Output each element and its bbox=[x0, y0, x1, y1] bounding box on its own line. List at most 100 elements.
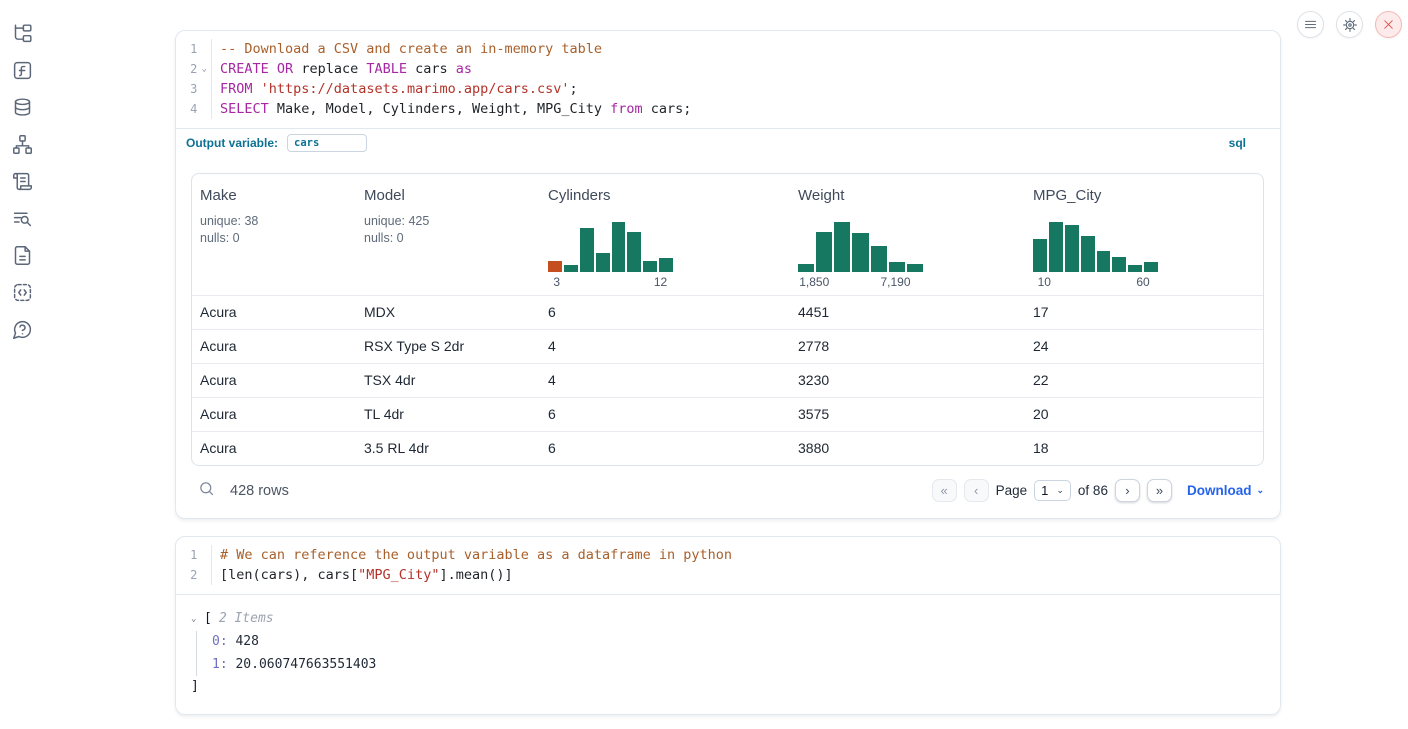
settings-icon[interactable] bbox=[1336, 11, 1363, 38]
histogram-bar[interactable] bbox=[1144, 262, 1158, 272]
histogram-bar[interactable] bbox=[612, 222, 626, 272]
prev-page-button[interactable]: ‹ bbox=[964, 479, 989, 502]
tree-item[interactable]: 1: 20.060747663551403 bbox=[212, 654, 1266, 677]
histogram-bar[interactable] bbox=[659, 258, 673, 272]
last-page-button[interactable]: » bbox=[1147, 479, 1172, 502]
fold-chevron-icon bbox=[197, 79, 211, 99]
table-cell: 4451 bbox=[790, 296, 1025, 329]
histogram-bar[interactable] bbox=[564, 265, 578, 272]
fold-chevron-icon bbox=[197, 565, 211, 585]
code-line[interactable]: 2⌄CREATE OR replace TABLE cars as bbox=[176, 59, 1280, 79]
first-page-button[interactable]: « bbox=[932, 479, 957, 502]
tree-root: ⌄ [ 2 Items bbox=[191, 611, 1266, 626]
code-line[interactable]: 1# We can reference the output variable … bbox=[176, 545, 1280, 565]
line-number: 3 bbox=[176, 79, 197, 99]
code-text: [len(cars), cars["MPG_City"].mean()] bbox=[212, 565, 513, 585]
next-page-button[interactable]: › bbox=[1115, 479, 1140, 502]
histogram-bar[interactable] bbox=[1065, 225, 1079, 272]
menu-icon[interactable] bbox=[1297, 11, 1324, 38]
table-cell: Acura bbox=[192, 330, 356, 363]
dependency-graph-icon[interactable] bbox=[11, 133, 33, 155]
code-text: -- Download a CSV and create an in-memor… bbox=[212, 39, 602, 59]
column-header[interactable]: Modelunique: 425nulls: 0 bbox=[356, 174, 540, 295]
sql-cell-output: Makeunique: 38nulls: 0Modelunique: 425nu… bbox=[176, 157, 1280, 518]
python-cell-output: ⌄ [ 2 Items 0: 4281: 20.060747663551403 … bbox=[176, 595, 1280, 714]
tree-collapse-icon[interactable]: ⌄ bbox=[191, 614, 204, 624]
table-row[interactable]: AcuraRSX Type S 2dr4277824 bbox=[192, 329, 1263, 363]
help-icon[interactable] bbox=[11, 318, 33, 340]
data-table: Makeunique: 38nulls: 0Modelunique: 425nu… bbox=[191, 173, 1264, 466]
table-row[interactable]: AcuraTL 4dr6357520 bbox=[192, 397, 1263, 431]
page-select[interactable]: 1 ⌄ bbox=[1034, 480, 1071, 501]
column-stat: unique: 425 bbox=[364, 213, 532, 229]
gutter: 1 bbox=[176, 39, 212, 59]
datasources-icon[interactable] bbox=[11, 96, 33, 118]
column-header[interactable]: Weight 1,8507,190 bbox=[790, 174, 1025, 295]
column-label: Weight bbox=[798, 187, 1017, 204]
search-icon[interactable] bbox=[198, 480, 215, 502]
histogram-bars bbox=[548, 222, 673, 272]
histogram-bar[interactable] bbox=[871, 246, 887, 272]
column-header[interactable]: MPG_City1060 bbox=[1025, 174, 1263, 295]
scratchpad-icon[interactable] bbox=[11, 170, 33, 192]
histogram-axis: 1,8507,190 bbox=[798, 272, 923, 289]
python-editor[interactable]: 1# We can reference the output variable … bbox=[176, 537, 1280, 594]
table-cell: MDX bbox=[356, 296, 540, 329]
histogram-bar[interactable] bbox=[852, 233, 868, 272]
column-stat: nulls: 0 bbox=[364, 230, 532, 246]
histogram-bar[interactable] bbox=[1097, 251, 1111, 272]
histogram-bar[interactable] bbox=[548, 261, 562, 272]
table-row[interactable]: Acura3.5 RL 4dr6388018 bbox=[192, 431, 1263, 465]
histogram-bar[interactable] bbox=[889, 262, 905, 272]
tree-body: 0: 4281: 20.060747663551403 bbox=[196, 631, 1266, 676]
functions-icon[interactable] bbox=[11, 59, 33, 81]
tree-item-index: 1: bbox=[212, 657, 228, 672]
gutter: 3 bbox=[176, 79, 212, 99]
table-row[interactable]: AcuraMDX6445117 bbox=[192, 295, 1263, 329]
line-number: 2 bbox=[176, 59, 197, 79]
table-cell: TL 4dr bbox=[356, 398, 540, 431]
histogram-bar[interactable] bbox=[1128, 265, 1142, 272]
tree-item-index: 0: bbox=[212, 634, 228, 649]
snippets-icon[interactable] bbox=[11, 281, 33, 303]
logs-icon[interactable] bbox=[11, 207, 33, 229]
table-cell: 3.5 RL 4dr bbox=[356, 432, 540, 465]
histogram-bar[interactable] bbox=[907, 264, 923, 272]
download-button[interactable]: Download ⌄ bbox=[1187, 483, 1264, 498]
histogram-bar[interactable] bbox=[643, 261, 657, 272]
column-header[interactable]: Cylinders 312 bbox=[540, 174, 790, 295]
histogram-bar[interactable] bbox=[1033, 239, 1047, 272]
table-cell: 4 bbox=[540, 330, 790, 363]
file-explorer-icon[interactable] bbox=[11, 22, 33, 44]
tree-item-value: 428 bbox=[228, 634, 259, 649]
histogram-bar[interactable] bbox=[1049, 222, 1063, 272]
shutdown-icon[interactable] bbox=[1375, 11, 1402, 38]
table-cell: RSX Type S 2dr bbox=[356, 330, 540, 363]
histogram-bar[interactable] bbox=[1081, 236, 1095, 272]
histogram-bars bbox=[798, 222, 923, 272]
histogram-bar[interactable] bbox=[1112, 257, 1126, 272]
output-variable-input[interactable] bbox=[287, 134, 367, 152]
tree-item[interactable]: 0: 428 bbox=[212, 631, 1266, 654]
histogram-bar[interactable] bbox=[834, 222, 850, 272]
histogram-bar[interactable] bbox=[816, 232, 832, 272]
code-line[interactable]: 3FROM 'https://datasets.marimo.app/cars.… bbox=[176, 79, 1280, 99]
fold-chevron-icon[interactable]: ⌄ bbox=[197, 59, 211, 79]
sql-editor[interactable]: 1-- Download a CSV and create an in-memo… bbox=[176, 31, 1280, 128]
language-tag: sql bbox=[1229, 136, 1246, 150]
histogram-bar[interactable] bbox=[798, 264, 814, 272]
code-text: # We can reference the output variable a… bbox=[212, 545, 732, 565]
code-line[interactable]: 4SELECT Make, Model, Cylinders, Weight, … bbox=[176, 99, 1280, 119]
table-row[interactable]: AcuraTSX 4dr4323022 bbox=[192, 363, 1263, 397]
column-stat: nulls: 0 bbox=[200, 230, 348, 246]
column-label: Cylinders bbox=[548, 187, 782, 204]
output-variable-label: Output variable: bbox=[186, 136, 278, 150]
documentation-icon[interactable] bbox=[11, 244, 33, 266]
code-line[interactable]: 2[len(cars), cars["MPG_City"].mean()] bbox=[176, 565, 1280, 585]
code-line[interactable]: 1-- Download a CSV and create an in-memo… bbox=[176, 39, 1280, 59]
column-histogram: 312 bbox=[548, 222, 673, 289]
histogram-bar[interactable] bbox=[580, 228, 594, 272]
histogram-bar[interactable] bbox=[627, 232, 641, 272]
column-header[interactable]: Makeunique: 38nulls: 0 bbox=[192, 174, 356, 295]
histogram-bar[interactable] bbox=[596, 253, 610, 272]
